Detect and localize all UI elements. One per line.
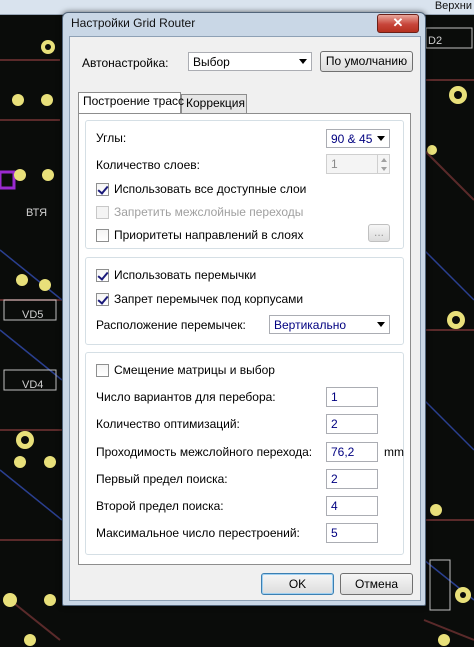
chevron-down-icon xyxy=(377,136,385,141)
ok-button[interactable]: OK xyxy=(261,573,334,595)
arrow-up-icon xyxy=(381,158,387,162)
matrix-offset-checkbox[interactable] xyxy=(96,364,109,377)
forbid-vias-checkbox[interactable] xyxy=(96,206,109,219)
svg-text:ВТЯ: ВТЯ xyxy=(26,207,47,219)
layers-count-spinner[interactable] xyxy=(377,154,390,174)
grid-router-settings-dialog: Настройки Grid Router ✕ Автонастройка: В… xyxy=(62,12,426,606)
angles-select-value: 90 & 45 xyxy=(331,132,373,146)
optimizations-input[interactable]: 2 xyxy=(326,414,378,434)
max-rebuilds-label: Максимальное число перестроений: xyxy=(96,526,300,540)
first-search-limit-input[interactable]: 2 xyxy=(326,469,378,489)
use-jumpers-checkbox[interactable] xyxy=(96,269,109,282)
dialog-titlebar[interactable]: Настройки Grid Router ✕ xyxy=(63,13,425,35)
use-all-layers-label: Использовать все доступные слои xyxy=(114,182,307,196)
svg-text:VD5: VD5 xyxy=(22,309,43,321)
forbid-vias-label: Запретить межслойные переходы xyxy=(114,205,304,219)
jumper-placement-label: Расположение перемычек: xyxy=(96,318,246,332)
layer-priorities-button[interactable]: ... xyxy=(368,224,390,242)
optimizations-label: Количество оптимизаций: xyxy=(96,417,240,431)
svg-text:D2: D2 xyxy=(428,35,442,47)
autosetup-select-value: Выбор xyxy=(193,55,230,69)
jumper-placement-value: Вертикально xyxy=(274,318,347,332)
use-jumpers-label: Использовать перемычки xyxy=(114,268,257,282)
second-search-limit-input[interactable]: 4 xyxy=(326,496,378,516)
via-passability-input[interactable]: 76,2 xyxy=(326,442,378,462)
tab-panel: Углы: 90 & 45 Количество слоев: 1 Исполь… xyxy=(78,113,411,565)
variants-count-input[interactable]: 1 xyxy=(326,387,378,407)
jumper-placement-select[interactable]: Вертикально xyxy=(269,315,390,334)
chevron-down-icon xyxy=(377,322,385,327)
tab-correction[interactable]: Коррекция xyxy=(181,94,247,113)
search-group: Смещение матрицы и выбор Число вариантов… xyxy=(85,352,404,555)
cancel-button[interactable]: Отмена xyxy=(340,573,413,595)
close-icon: ✕ xyxy=(392,15,404,30)
layer-priorities-checkbox[interactable] xyxy=(96,229,109,242)
use-all-layers-checkbox[interactable] xyxy=(96,183,109,196)
angles-label: Углы: xyxy=(96,131,127,145)
svg-text:VD4: VD4 xyxy=(22,379,43,391)
jumpers-group: Использовать перемычки Запрет перемычек … xyxy=(85,257,404,345)
via-passability-label: Проходимость межслойного перехода: xyxy=(96,445,313,459)
layers-count-input[interactable]: 1 xyxy=(326,154,378,174)
matrix-offset-label: Смещение матрицы и выбор xyxy=(114,363,275,377)
layer-priorities-label: Приоритеты направлений в слоях xyxy=(114,228,304,242)
layer-label: Верхни xyxy=(434,0,472,12)
chevron-down-icon xyxy=(299,59,307,64)
dialog-title: Настройки Grid Router xyxy=(71,16,196,30)
dialog-client: Автонастройка: Выбор По умолчанию Постро… xyxy=(69,36,421,601)
autosetup-label: Автонастройка: xyxy=(82,56,169,70)
routing-group: Углы: 90 & 45 Количество слоев: 1 Исполь… xyxy=(85,120,404,249)
second-search-limit-label: Второй предел поиска: xyxy=(96,499,224,513)
via-passability-unit: mm xyxy=(384,445,404,459)
forbid-jumpers-label: Запрет перемычек под корпусами xyxy=(114,292,304,306)
layers-count-label: Количество слоев: xyxy=(96,158,200,172)
variants-count-label: Число вариантов для перебора: xyxy=(96,390,276,404)
default-button[interactable]: По умолчанию xyxy=(320,51,413,72)
max-rebuilds-input[interactable]: 5 xyxy=(326,523,378,543)
angles-select[interactable]: 90 & 45 xyxy=(326,129,390,148)
close-button[interactable]: ✕ xyxy=(377,14,419,33)
arrow-down-icon xyxy=(381,167,387,171)
first-search-limit-label: Первый предел поиска: xyxy=(96,472,228,486)
autosetup-select[interactable]: Выбор xyxy=(188,52,312,71)
tab-route-building[interactable]: Построение трасс xyxy=(78,92,184,113)
forbid-jumpers-checkbox[interactable] xyxy=(96,293,109,306)
